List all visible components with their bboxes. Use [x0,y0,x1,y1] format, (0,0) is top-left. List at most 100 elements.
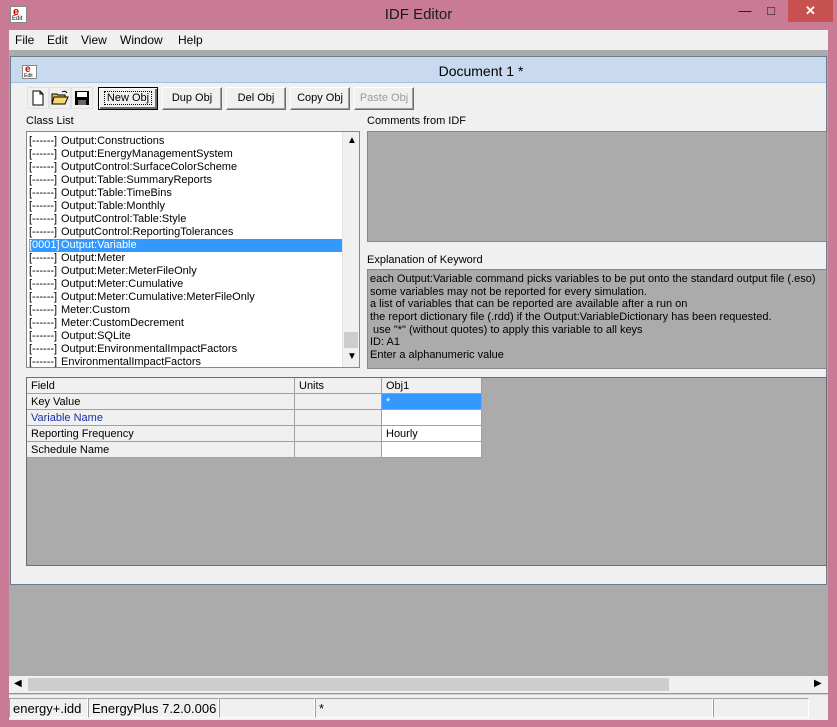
class-list-item[interactable]: [------] Output:Constructions [29,135,343,148]
class-list-item[interactable]: [------] Output:Meter:Cumulative:MeterFil… [29,291,343,304]
grid-field-units [295,442,382,458]
class-item-count: [------] [29,148,58,160]
new-file-icon[interactable] [27,87,49,109]
menu-edit[interactable]: Edit [47,33,68,47]
grid-value-cell[interactable] [382,442,482,458]
scroll-right-arrow-icon[interactable]: ▶ [814,678,822,689]
menu-window[interactable]: Window [120,33,163,47]
grid-field-units [295,394,382,410]
title-bar[interactable]: e Edit IDF Editor — □ ✕ [0,0,837,30]
explanation-text: each Output:Variable command picks varia… [367,269,827,369]
class-item-name: Output:Meter:MeterFileOnly [61,265,197,277]
class-item-count: [------] [29,291,58,303]
class-item-name: Output:Variable [61,239,137,251]
scroll-left-arrow-icon[interactable]: ◀ [14,678,22,689]
class-list-item[interactable]: [------] Output:Table:TimeBins [29,187,343,200]
class-item-name: EnvironmentalImpactFactors [61,356,201,368]
class-list-item[interactable]: [------] Meter:CustomDecrement [29,317,343,330]
document-title: Document 1 * [438,63,524,79]
class-list-item[interactable]: [------] OutputControl:ReportingTolerance… [29,226,343,239]
class-list-item[interactable]: [------] Output:Meter [29,252,343,265]
class-item-count: [------] [29,161,58,173]
dup-obj-button[interactable]: Dup Obj [162,87,222,110]
class-item-name: Output:Table:Monthly [61,200,165,212]
menu-bar: File Edit View Window Help [9,30,828,50]
explanation-line: each Output:Variable command picks varia… [370,273,816,285]
class-list-item[interactable]: [------] Output:Table:SummaryReports [29,174,343,187]
paste-obj-button[interactable]: Paste Obj [354,87,414,110]
class-list-item[interactable]: [------] Meter:Custom [29,304,343,317]
class-item-count: [------] [29,135,58,147]
class-item-name: OutputControl:Table:Style [61,213,187,225]
new-obj-button[interactable]: New Obj [98,87,158,110]
status-version: EnergyPlus 7.2.0.006 [88,698,219,718]
class-item-count: [------] [29,265,58,277]
menu-view[interactable]: View [81,33,107,47]
class-item-name: Output:Meter:Cumulative [61,278,184,290]
class-list-item[interactable]: [------] Output:EnvironmentalImpactFactor… [29,343,343,356]
class-item-name: Output:Table:TimeBins [61,187,172,199]
status-panel-4: * [315,698,713,718]
class-list-item[interactable]: [------] Output:Meter:Cumulative [29,278,343,291]
menu-help[interactable]: Help [178,33,203,47]
horizontal-scroll-thumb[interactable] [28,678,669,691]
open-folder-icon[interactable] [49,87,71,109]
class-item-count: [------] [29,200,58,212]
class-item-name: OutputControl:ReportingTolerances [61,226,234,238]
class-item-count: [------] [29,187,58,199]
grid-value-cell[interactable] [382,410,482,426]
class-item-name: Output:SQLite [61,330,131,342]
class-list-scrollbar[interactable]: ▲ ▼ [342,132,359,367]
class-list[interactable]: [------] Output:Constructions [------] Outp… [26,131,360,368]
class-item-count: [------] [29,252,58,264]
class-list-item[interactable]: [------] EnvironmentalImpactFactors [29,356,343,368]
class-item-count: [------] [29,174,58,186]
class-list-item[interactable]: [------] OutputControl:SurfaceColorScheme [29,161,343,174]
class-item-count: [------] [29,226,58,238]
class-list-item[interactable]: [0001]Output:Variable [29,239,343,252]
class-list-item[interactable]: [------] OutputControl:Table:Style [29,213,343,226]
scroll-thumb[interactable] [344,332,358,348]
scroll-up-arrow-icon[interactable]: ▲ [347,135,357,146]
grid-value-cell[interactable]: Hourly [382,426,482,442]
menu-file[interactable]: File [15,33,34,47]
grid-field-name: Reporting Frequency [27,426,295,442]
document-icon[interactable]: e Edit [22,64,37,79]
grid-field-name: Key Value [27,394,295,410]
grid-field-name: Schedule Name [27,442,295,458]
explanation-line: ID: A1 [370,336,400,349]
class-list-item[interactable]: [------] Output:Table:Monthly [29,200,343,213]
minimize-button[interactable]: — [731,0,759,22]
class-item-name: OutputControl:SurfaceColorScheme [61,161,238,173]
close-button[interactable]: ✕ [788,0,833,22]
explanation-line: Enter a alphanumeric value [370,349,504,362]
comments-textarea[interactable] [367,131,827,242]
class-item-name: Meter:CustomDecrement [61,317,184,329]
document-title-bar[interactable]: e Edit Document 1 * [11,57,826,83]
copy-obj-button[interactable]: Copy Obj [290,87,350,110]
save-disk-icon[interactable] [71,87,93,109]
scroll-down-arrow-icon[interactable]: ▼ [347,351,357,362]
explanation-label: Explanation of Keyword [367,254,483,266]
object-grid: Field Units Obj1 Key Value * Variable Name… [26,377,827,566]
class-item-name: Output:EnvironmentalImpactFactors [61,343,238,355]
class-item-name: Output:EnergyManagementSystem [61,148,233,160]
status-panel-5 [713,698,809,718]
horizontal-scrollbar[interactable]: ◀ ▶ [9,676,828,693]
grid-header-obj1[interactable]: Obj1 [382,378,482,394]
maximize-button[interactable]: □ [757,0,785,22]
main-window: e Edit IDF Editor — □ ✕ File Edit View Wi… [0,0,837,727]
grid-header-units: Units [295,378,382,394]
class-item-count: [0001] [29,239,60,251]
class-list-item[interactable]: [------] Output:Meter:MeterFileOnly [29,265,343,278]
explanation-line: some variables may not be reported for e… [370,285,647,298]
explanation-line: a list of variables that can be reported… [370,298,688,311]
class-item-count: [------] [29,330,58,342]
explanation-line: the report dictionary file (.rdd) if the… [370,311,772,324]
status-bar: energy+.idd EnergyPlus 7.2.0.006 * [9,694,828,720]
grid-value-cell[interactable]: * [382,394,482,410]
class-list-item[interactable]: [------] Output:SQLite [29,330,343,343]
class-item-count: [------] [29,356,58,368]
del-obj-button[interactable]: Del Obj [226,87,286,110]
class-list-item[interactable]: [------] Output:EnergyManagementSystem [29,148,343,161]
